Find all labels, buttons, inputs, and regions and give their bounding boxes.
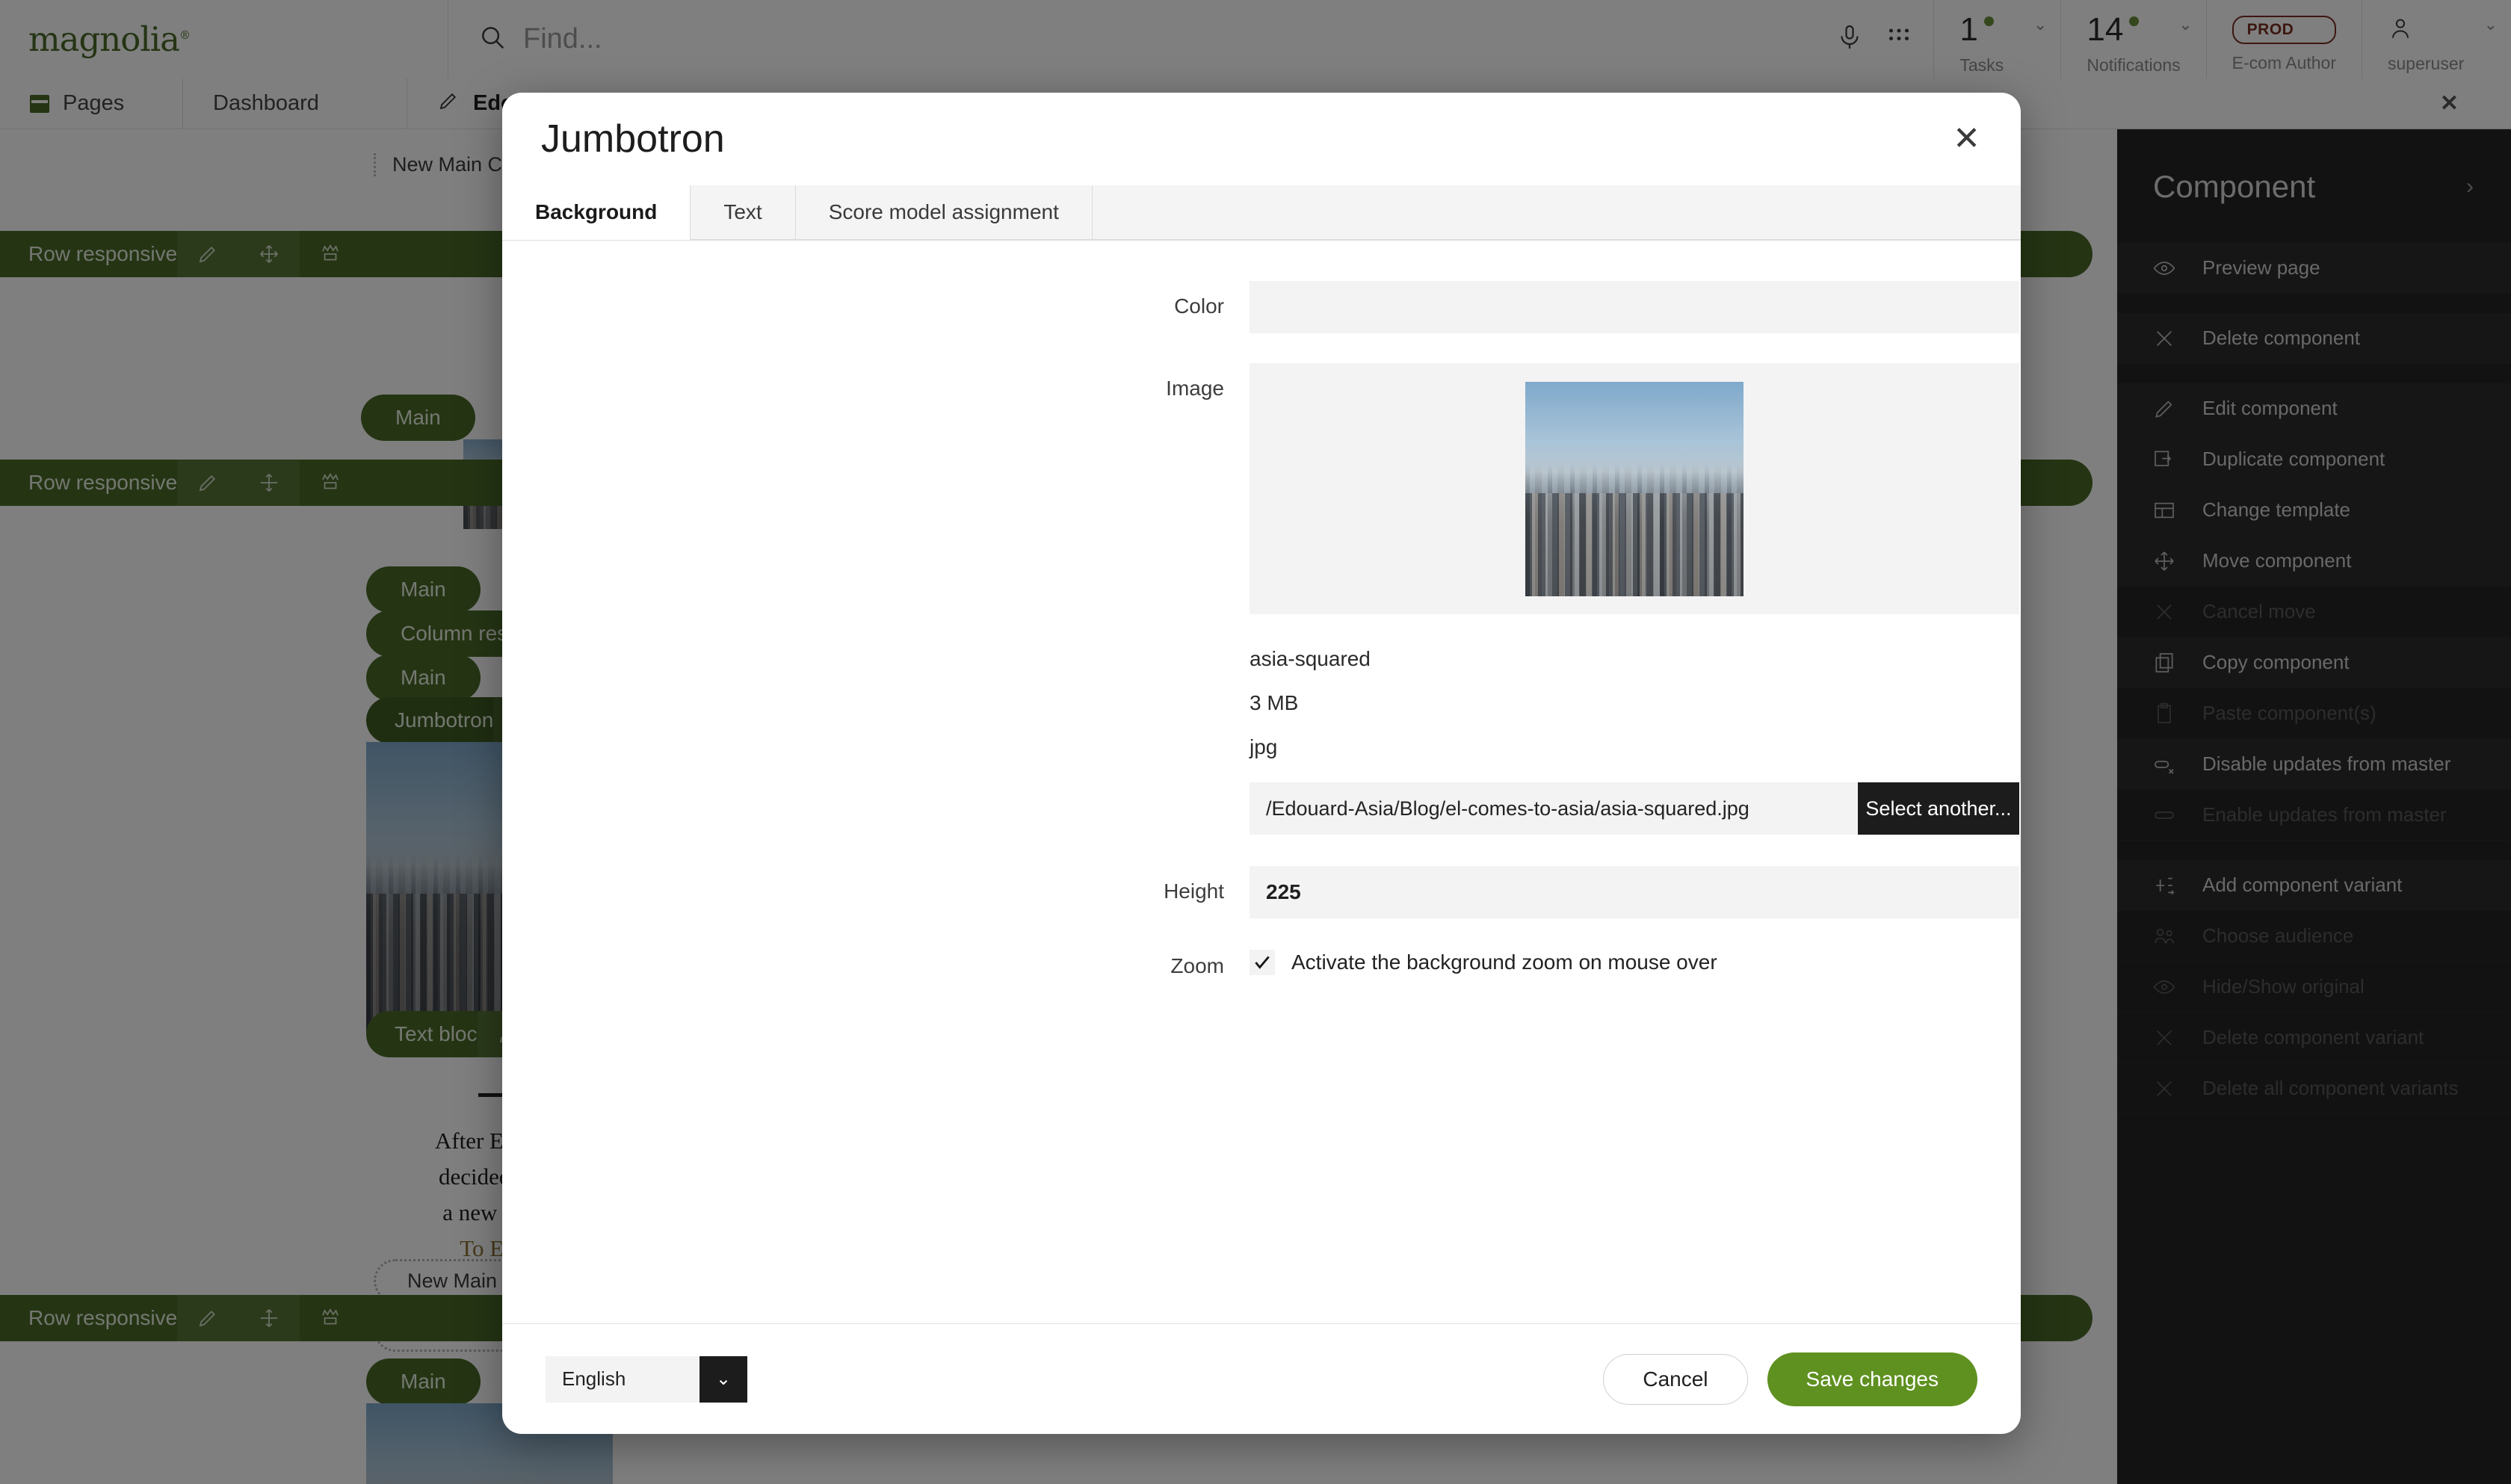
dialog-header: Jumbotron ✕ xyxy=(502,93,2021,185)
asset-path-row: /Edouard-Asia/Blog/el-comes-to-asia/asia… xyxy=(1250,782,2019,835)
image-preview-box[interactable] xyxy=(1250,363,2019,614)
chevron-down-icon[interactable]: ⌄ xyxy=(699,1356,747,1403)
tab-background[interactable]: Background xyxy=(502,185,691,240)
tabs-filler xyxy=(1093,185,2021,240)
color-label: Color xyxy=(502,281,1250,318)
zoom-checkbox-row[interactable]: Activate the background zoom on mouse ov… xyxy=(1250,950,2021,975)
asset-size: 3 MB xyxy=(1250,681,2021,725)
field-zoom: Zoom Activate the background zoom on mou… xyxy=(502,950,2021,978)
close-icon[interactable]: ✕ xyxy=(1945,115,1988,163)
image-thumbnail xyxy=(1525,382,1744,596)
field-height: Height 225 xyxy=(502,866,2021,918)
save-changes-button[interactable]: Save changes xyxy=(1767,1352,1977,1406)
cancel-button[interactable]: Cancel xyxy=(1603,1354,1747,1405)
zoom-label: Zoom xyxy=(502,950,1250,978)
dialog-body: Color Image xyxy=(502,241,2021,1323)
language-value: English xyxy=(546,1356,699,1403)
asset-path-field[interactable]: /Edouard-Asia/Blog/el-comes-to-asia/asia… xyxy=(1250,782,1858,835)
dialog-title: Jumbotron xyxy=(541,117,1945,161)
zoom-checkbox-label: Activate the background zoom on mouse ov… xyxy=(1291,950,1717,974)
field-image: Image asia-squared 3 MB jpg xyxy=(502,363,2021,835)
height-input[interactable]: 225 xyxy=(1250,866,2019,918)
height-label: Height xyxy=(502,866,1250,903)
field-color: Color xyxy=(502,281,2021,333)
dialog-footer: English ⌄ Cancel Save changes xyxy=(502,1323,2021,1434)
asset-type: jpg xyxy=(1250,725,2021,769)
jumbotron-dialog: Jumbotron ✕ Background Text Score model … xyxy=(502,93,2021,1434)
image-label: Image xyxy=(502,363,1250,401)
asset-name: asia-squared xyxy=(1250,637,2021,681)
tab-score-model-assignment[interactable]: Score model assignment xyxy=(796,185,1093,240)
color-input[interactable] xyxy=(1250,281,2019,333)
zoom-checkbox[interactable] xyxy=(1250,950,1275,975)
tab-text[interactable]: Text xyxy=(691,185,795,240)
select-another-button[interactable]: Select another... xyxy=(1858,782,2019,835)
dialog-tabs: Background Text Score model assignment xyxy=(502,185,2021,241)
language-select[interactable]: English ⌄ xyxy=(546,1356,747,1403)
asset-metadata: asia-squared 3 MB jpg xyxy=(1250,637,2021,769)
screen: magnolia® Find... xyxy=(0,0,2511,1484)
